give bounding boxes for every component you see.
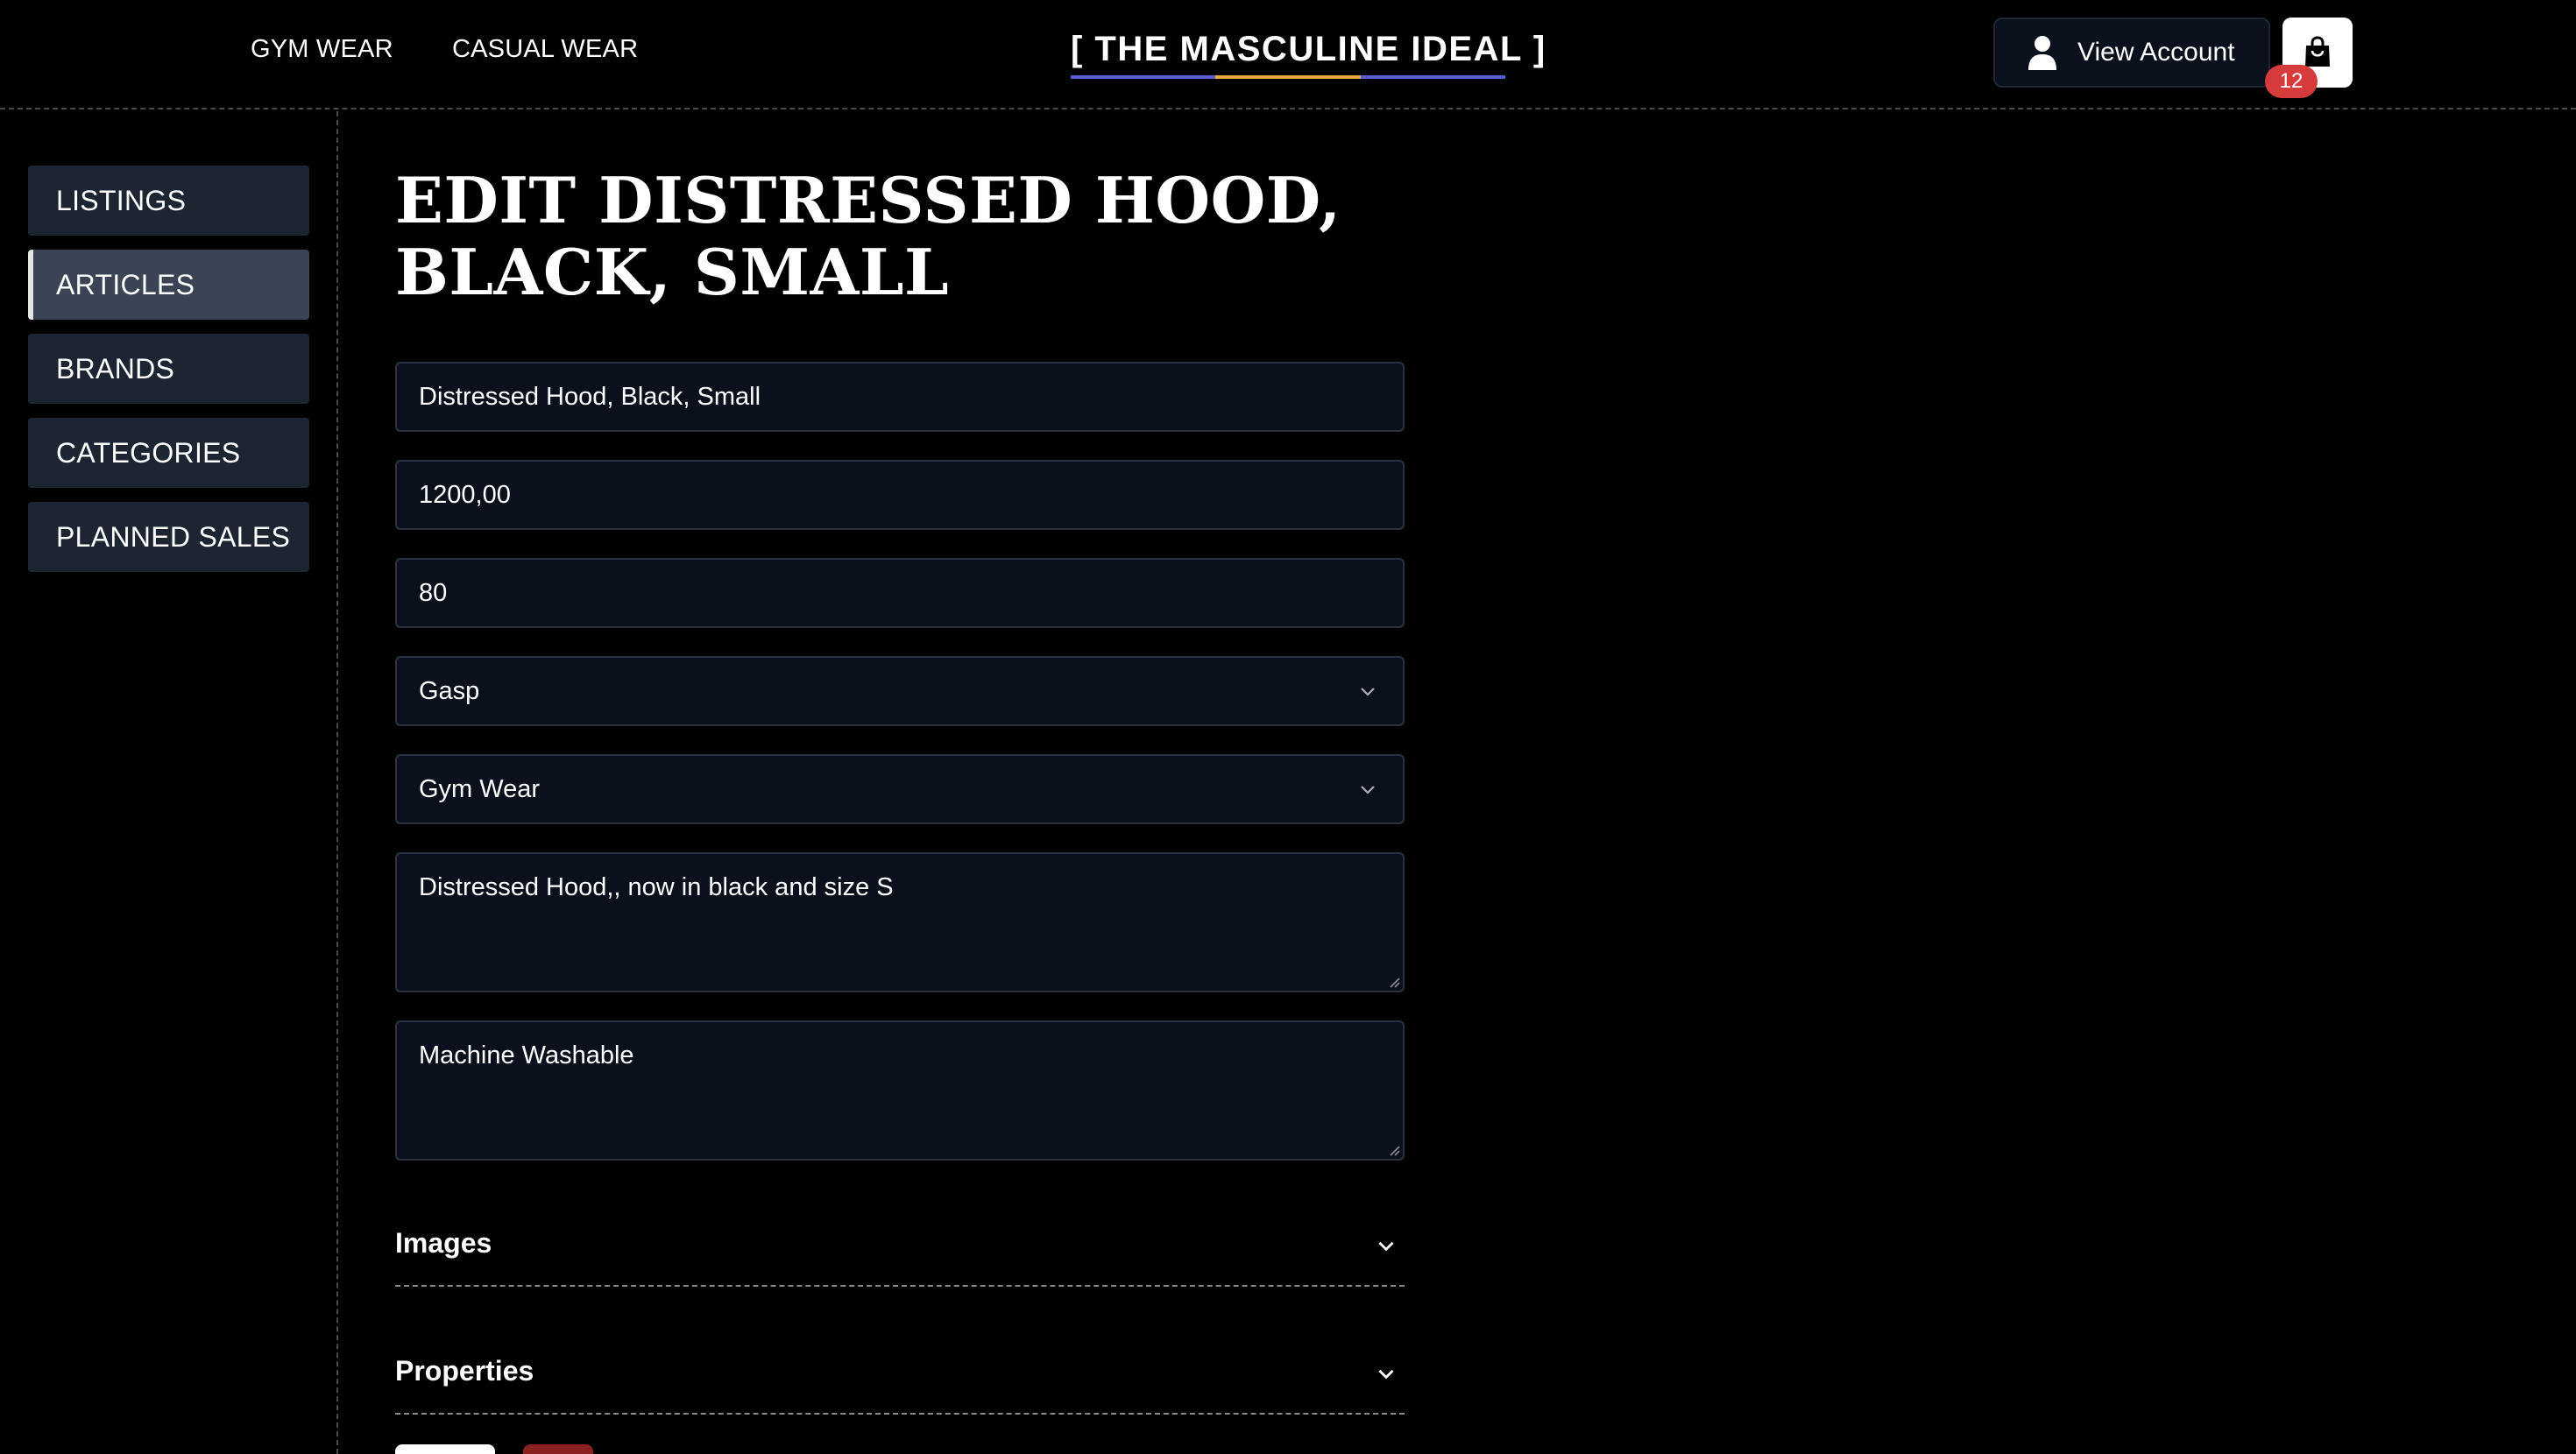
brand-select[interactable]: Gasp bbox=[395, 656, 1405, 726]
stock-input[interactable]: 80 bbox=[395, 558, 1405, 628]
site-logo[interactable]: [ THE MASCULINE IDEAL ] bbox=[1071, 25, 1546, 79]
delete-button[interactable] bbox=[523, 1444, 593, 1454]
logo-text: [ THE MASCULINE IDEAL ] bbox=[1071, 30, 1546, 68]
price-input[interactable]: 1200,00 bbox=[395, 460, 1405, 530]
category-select[interactable]: Gym Wear bbox=[395, 754, 1405, 824]
description-textarea[interactable]: Distressed Hood,, now in black and size … bbox=[395, 852, 1405, 992]
sidebar-item-listings[interactable]: LISTINGS bbox=[28, 166, 309, 236]
care-instructions-textarea[interactable]: Machine Washable bbox=[395, 1020, 1405, 1161]
sidebar-item-categories[interactable]: CATEGORIES bbox=[28, 418, 309, 488]
admin-sidebar: LISTINGS ARTICLES BRANDS CATEGORIES PLAN… bbox=[0, 111, 338, 1454]
description-text: Distressed Hood,, now in black and size … bbox=[419, 873, 894, 901]
page-title: EDIT DISTRESSED HOOD, BLACK, SMALL bbox=[395, 165, 1447, 308]
logo-underline bbox=[1071, 75, 1505, 79]
view-account-label: View Account bbox=[2077, 38, 2235, 67]
page-title-line-1: EDIT DISTRESSED HOOD, bbox=[395, 163, 1341, 237]
logo-underline-segment bbox=[1360, 75, 1505, 79]
category-select-value: Gym Wear bbox=[419, 774, 541, 803]
nav-gym-wear[interactable]: GYM WEAR bbox=[251, 35, 393, 64]
chevron-down-icon bbox=[1361, 688, 1375, 696]
cart-count-badge: 12 bbox=[2265, 65, 2318, 98]
nav-casual-wear[interactable]: CASUAL WEAR bbox=[452, 35, 638, 64]
article-name-input[interactable]: Distressed Hood, Black, Small bbox=[395, 362, 1405, 432]
chevron-down-icon bbox=[1378, 1369, 1394, 1380]
view-account-button[interactable]: View Account bbox=[1993, 18, 2270, 88]
brand-select-value: Gasp bbox=[419, 676, 480, 705]
resize-handle-icon[interactable] bbox=[1387, 975, 1401, 989]
sidebar-item-articles[interactable]: ARTICLES bbox=[28, 250, 309, 320]
site-header: GYM WEAR CASUAL WEAR [ THE MASCULINE IDE… bbox=[0, 0, 2576, 109]
images-section-title: Images bbox=[395, 1227, 492, 1259]
chevron-down-icon bbox=[1361, 786, 1375, 794]
images-accordion[interactable]: Images bbox=[395, 1199, 1405, 1287]
properties-accordion[interactable]: Properties bbox=[395, 1327, 1405, 1415]
page-title-line-2: BLACK, SMALL bbox=[395, 235, 950, 309]
chevron-down-icon bbox=[1378, 1241, 1394, 1252]
resize-handle-icon[interactable] bbox=[1387, 1143, 1401, 1157]
sidebar-item-planned-sales[interactable]: PLANNED SALES bbox=[28, 502, 309, 572]
sidebar-item-brands[interactable]: BRANDS bbox=[28, 334, 309, 404]
logo-underline-segment bbox=[1215, 75, 1361, 79]
save-button[interactable] bbox=[395, 1444, 495, 1454]
logo-underline-segment bbox=[1071, 75, 1216, 79]
shopping-bag-icon bbox=[2305, 36, 2330, 67]
properties-section-title: Properties bbox=[395, 1355, 534, 1387]
user-icon bbox=[2028, 36, 2056, 70]
care-instructions-text: Machine Washable bbox=[419, 1041, 634, 1069]
